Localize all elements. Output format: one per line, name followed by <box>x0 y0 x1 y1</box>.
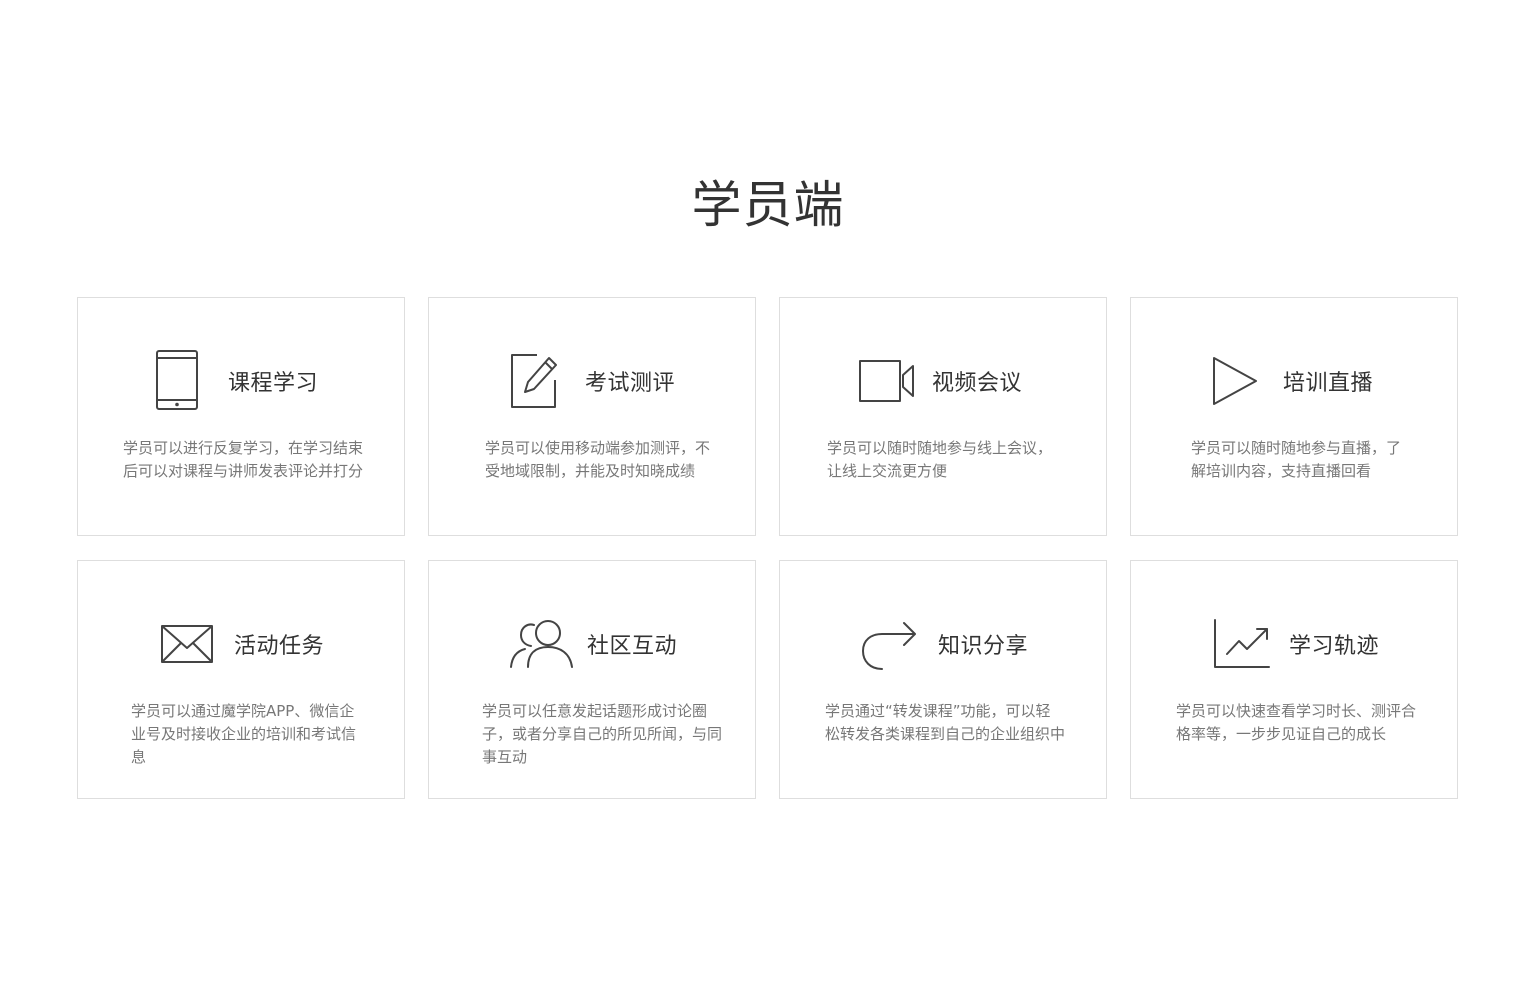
feature-card-course-learning[interactable]: 课程学习 学员可以进行反复学习，在学习结束后可以对课程与讲师发表评论并打分 <box>77 297 405 536</box>
card-title: 学习轨迹 <box>1289 634 1380 659</box>
feature-card-exam[interactable]: 考试测评 学员可以使用移动端参加测评，不受地域限制，并能及时知晓成绩 <box>428 297 756 536</box>
card-description: 学员可以使用移动端参加测评，不受地域限制，并能及时知晓成绩 <box>485 439 711 480</box>
card-description: 学员可以快速查看学习时长、测评合格率等，一步步见证自己的成长 <box>1176 702 1417 743</box>
feature-card-video-meeting[interactable]: 视频会议 学员可以随时随地参与线上会议，让线上交流更方便 <box>779 297 1107 536</box>
card-description: 学员可以任意发起话题形成讨论圈子，或者分享自己的所见所闻，与同事互动 <box>482 702 723 766</box>
card-description: 学员可以通过魔学院APP、微信企业号及时接收企业的培训和考试信息 <box>131 702 357 766</box>
card-title: 活动任务 <box>234 634 325 659</box>
share-icon <box>860 617 918 671</box>
feature-card-live-training[interactable]: 培训直播 学员可以随时随地参与直播，了解培训内容，支持直播回看 <box>1130 297 1458 536</box>
feature-card-knowledge-share[interactable]: 知识分享 学员通过“转发课程”功能，可以轻松转发各类课程到自己的企业组织中 <box>779 560 1107 799</box>
users-icon <box>509 619 573 669</box>
card-header: 社区互动 <box>509 613 677 675</box>
card-title: 考试测评 <box>585 371 676 396</box>
feature-card-activity-task[interactable]: 活动任务 学员可以通过魔学院APP、微信企业号及时接收企业的培训和考试信息 <box>77 560 405 799</box>
card-header: 知识分享 <box>860 613 1028 675</box>
card-header: 培训直播 <box>1211 350 1373 412</box>
feature-card-community[interactable]: 社区互动 学员可以任意发起话题形成讨论圈子，或者分享自己的所见所闻，与同事互动 <box>428 560 756 799</box>
card-header: 视频会议 <box>858 350 1022 412</box>
card-title: 课程学习 <box>228 371 319 396</box>
card-header: 学习轨迹 <box>1213 613 1379 675</box>
card-description: 学员可以进行反复学习，在学习结束后可以对课程与讲师发表评论并打分 <box>123 439 364 480</box>
card-header: 考试测评 <box>509 350 675 412</box>
video-camera-icon <box>858 359 916 403</box>
card-header: 活动任务 <box>160 613 324 675</box>
card-description: 学员通过“转发课程”功能，可以轻松转发各类课程到自己的企业组织中 <box>825 702 1066 743</box>
card-title: 培训直播 <box>1283 371 1374 396</box>
page-title: 学员端 <box>691 176 845 234</box>
card-description: 学员可以随时随地参与线上会议，让线上交流更方便 <box>827 439 1053 480</box>
feature-card-learning-trace[interactable]: 学习轨迹 学员可以快速查看学习时长、测评合格率等，一步步见证自己的成长 <box>1130 560 1458 799</box>
play-icon <box>1211 355 1259 407</box>
trend-chart-icon <box>1213 618 1271 670</box>
card-title: 知识分享 <box>938 634 1029 659</box>
card-title: 视频会议 <box>932 371 1023 396</box>
card-title: 社区互动 <box>587 634 678 659</box>
feature-grid: 课程学习 学员可以进行反复学习，在学习结束后可以对课程与讲师发表评论并打分 考试… <box>77 297 1459 799</box>
edit-icon <box>509 352 559 410</box>
card-header: 课程学习 <box>156 350 318 412</box>
card-description: 学员可以随时随地参与直播，了解培训内容，支持直播回看 <box>1191 439 1402 480</box>
tablet-icon <box>156 350 200 412</box>
envelope-icon <box>160 624 214 664</box>
